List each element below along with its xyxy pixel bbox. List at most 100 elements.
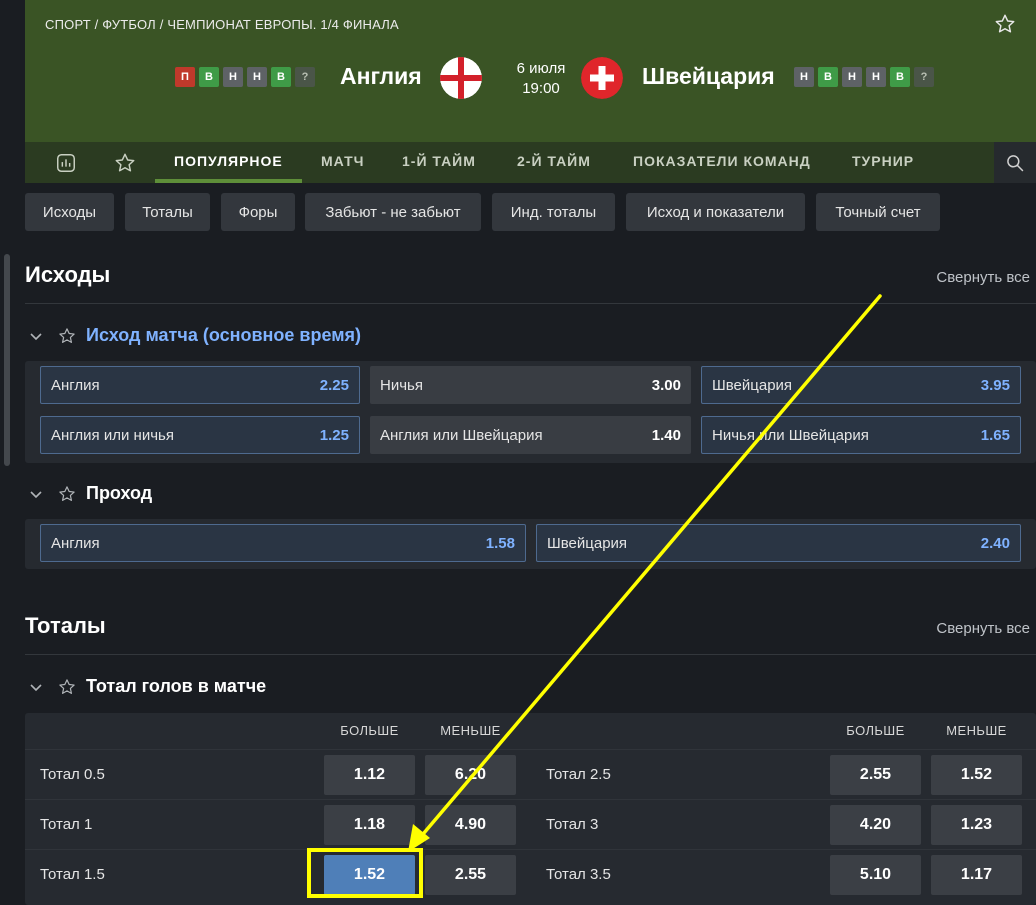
form-badge: В <box>890 67 910 87</box>
scrollbar[interactable] <box>4 254 10 466</box>
match-date: 6 июля <box>516 60 566 77</box>
total-over-button[interactable]: 4.20 <box>830 805 921 845</box>
column-header-over: БОЛЬШЕ <box>340 723 399 738</box>
market-title[interactable]: Тотал голов в матче <box>86 676 266 697</box>
favorites-star-icon[interactable] <box>114 152 136 174</box>
total-line-label: Тотал 1 <box>40 816 93 833</box>
total-line-label: Тотал 0.5 <box>40 766 105 783</box>
column-header-under: МЕНЬШЕ <box>946 723 1007 738</box>
form-badge: Н <box>842 67 862 87</box>
odd-value: 1.25 <box>319 426 349 444</box>
chip-btts[interactable]: Забьют - не забьют <box>305 193 481 231</box>
tab-second-half[interactable]: 2-Й ТАЙМ <box>517 153 591 169</box>
total-under-button[interactable]: 1.17 <box>931 855 1022 895</box>
match-time: 19:00 <box>522 80 560 97</box>
chip-exact-score[interactable]: Точный счет <box>816 193 940 231</box>
total-under-button[interactable]: 2.55 <box>425 855 516 895</box>
stats-icon[interactable] <box>55 152 77 174</box>
form-badge: В <box>199 67 219 87</box>
away-team-name[interactable]: Швейцария <box>642 63 775 90</box>
search-button[interactable] <box>994 142 1036 183</box>
odd-value: 1.65 <box>980 426 1010 444</box>
market-nav: ПОПУЛЯРНОЕ МАТЧ 1-Й ТАЙМ 2-Й ТАЙМ ПОКАЗА… <box>25 142 1036 183</box>
chip-handicaps[interactable]: Форы <box>221 193 295 231</box>
odd-button[interactable]: Швейцария 2.40 <box>536 524 1021 562</box>
odd-label: Англия <box>51 376 100 394</box>
market-header-qualify[interactable]: Проход <box>28 483 152 504</box>
total-over-button[interactable]: 1.18 <box>324 805 415 845</box>
form-badge: Н <box>866 67 886 87</box>
odd-value: 2.40 <box>980 534 1010 552</box>
chip-team-totals[interactable]: Инд. тоталы <box>492 193 615 231</box>
market-title[interactable]: Проход <box>86 483 152 504</box>
chip-totals[interactable]: Тоталы <box>125 193 210 231</box>
odd-button[interactable]: Англия или Швейцария 1.40 <box>370 416 691 454</box>
section-title-totals: Тоталы <box>25 613 106 638</box>
odd-button[interactable]: Ничья 3.00 <box>370 366 691 404</box>
market-title[interactable]: Исход матча (основное время) <box>86 325 361 346</box>
total-under-button[interactable]: 1.23 <box>931 805 1022 845</box>
market-header-total-goals[interactable]: Тотал голов в матче <box>28 676 266 697</box>
odd-value: 3.00 <box>651 376 681 394</box>
switzerland-flag-icon <box>581 57 623 99</box>
star-icon[interactable] <box>58 327 76 345</box>
total-under-button[interactable]: 4.90 <box>425 805 516 845</box>
star-icon[interactable] <box>58 678 76 696</box>
chevron-down-icon[interactable] <box>28 679 44 695</box>
tab-tournament[interactable]: ТУРНИР <box>852 153 914 169</box>
form-badge: Н <box>247 67 267 87</box>
form-badge: ? <box>914 67 934 87</box>
total-over-button[interactable]: 5.10 <box>830 855 921 895</box>
tab-team-stats[interactable]: ПОКАЗАТЕЛИ КОМАНД <box>633 153 811 169</box>
odd-label: Англия или ничья <box>51 426 174 444</box>
match-datetime: 6 июля 19:00 <box>505 59 577 99</box>
home-team-name[interactable]: Англия <box>340 63 422 90</box>
collapse-all-totals[interactable]: Свернуть все <box>936 620 1030 637</box>
chevron-down-icon[interactable] <box>28 328 44 344</box>
total-line-label: Тотал 2.5 <box>546 766 611 783</box>
row-divider <box>25 749 1036 750</box>
breadcrumb[interactable]: СПОРТ / ФУТБОЛ / ЧЕМПИОНАТ ЕВРОПЫ. 1/4 Ф… <box>45 17 399 32</box>
total-under-button[interactable]: 6.20 <box>425 755 516 795</box>
collapse-all-outcomes[interactable]: Свернуть все <box>936 269 1030 286</box>
odd-label: Швейцария <box>712 376 793 394</box>
odd-button[interactable]: Англия или ничья 1.25 <box>40 416 360 454</box>
betting-page: СПОРТ / ФУТБОЛ / ЧЕМПИОНАТ ЕВРОПЫ. 1/4 Ф… <box>0 0 1036 905</box>
divider <box>25 654 1036 655</box>
chip-outcomes[interactable]: Исходы <box>25 193 114 231</box>
market-header-match-result[interactable]: Исход матча (основное время) <box>28 325 361 346</box>
section-title-outcomes: Исходы <box>25 262 111 287</box>
favorite-star-icon[interactable] <box>994 13 1016 35</box>
tab-first-half[interactable]: 1-Й ТАЙМ <box>402 153 476 169</box>
column-header-under: МЕНЬШЕ <box>440 723 501 738</box>
chip-outcome-and-stats[interactable]: Исход и показатели <box>626 193 805 231</box>
divider <box>25 303 1036 304</box>
tab-match[interactable]: МАТЧ <box>321 153 364 169</box>
total-line-label: Тотал 3.5 <box>546 866 611 883</box>
qualify-odds: Англия 1.58 Швейцария 2.40 <box>25 519 1036 569</box>
odd-button[interactable]: Ничья или Швейцария 1.65 <box>701 416 1021 454</box>
form-badge: В <box>271 67 291 87</box>
form-badge: Н <box>223 67 243 87</box>
row-divider <box>25 849 1036 850</box>
odd-value: 1.40 <box>651 426 681 444</box>
star-icon[interactable] <box>58 485 76 503</box>
chevron-down-icon[interactable] <box>28 486 44 502</box>
odd-button[interactable]: Англия 1.58 <box>40 524 526 562</box>
total-under-button[interactable]: 1.52 <box>931 755 1022 795</box>
odd-label: Англия или Швейцария <box>380 426 543 444</box>
tab-popular[interactable]: ПОПУЛЯРНОЕ <box>174 153 283 169</box>
total-over-button[interactable]: 1.12 <box>324 755 415 795</box>
odd-button[interactable]: Швейцария 3.95 <box>701 366 1021 404</box>
odd-label: Швейцария <box>547 534 628 552</box>
form-badge: П <box>175 67 195 87</box>
row-divider <box>25 799 1036 800</box>
form-badge: Н <box>794 67 814 87</box>
form-badge: В <box>818 67 838 87</box>
total-over-button[interactable]: 2.55 <box>830 755 921 795</box>
match-result-odds: Англия 2.25 Ничья 3.00 Швейцария 3.95 Ан… <box>25 361 1036 463</box>
search-icon <box>1007 154 1024 171</box>
odd-button[interactable]: Англия 2.25 <box>40 366 360 404</box>
odd-label: Ничья или Швейцария <box>712 426 869 444</box>
total-line-label: Тотал 3 <box>546 816 599 833</box>
